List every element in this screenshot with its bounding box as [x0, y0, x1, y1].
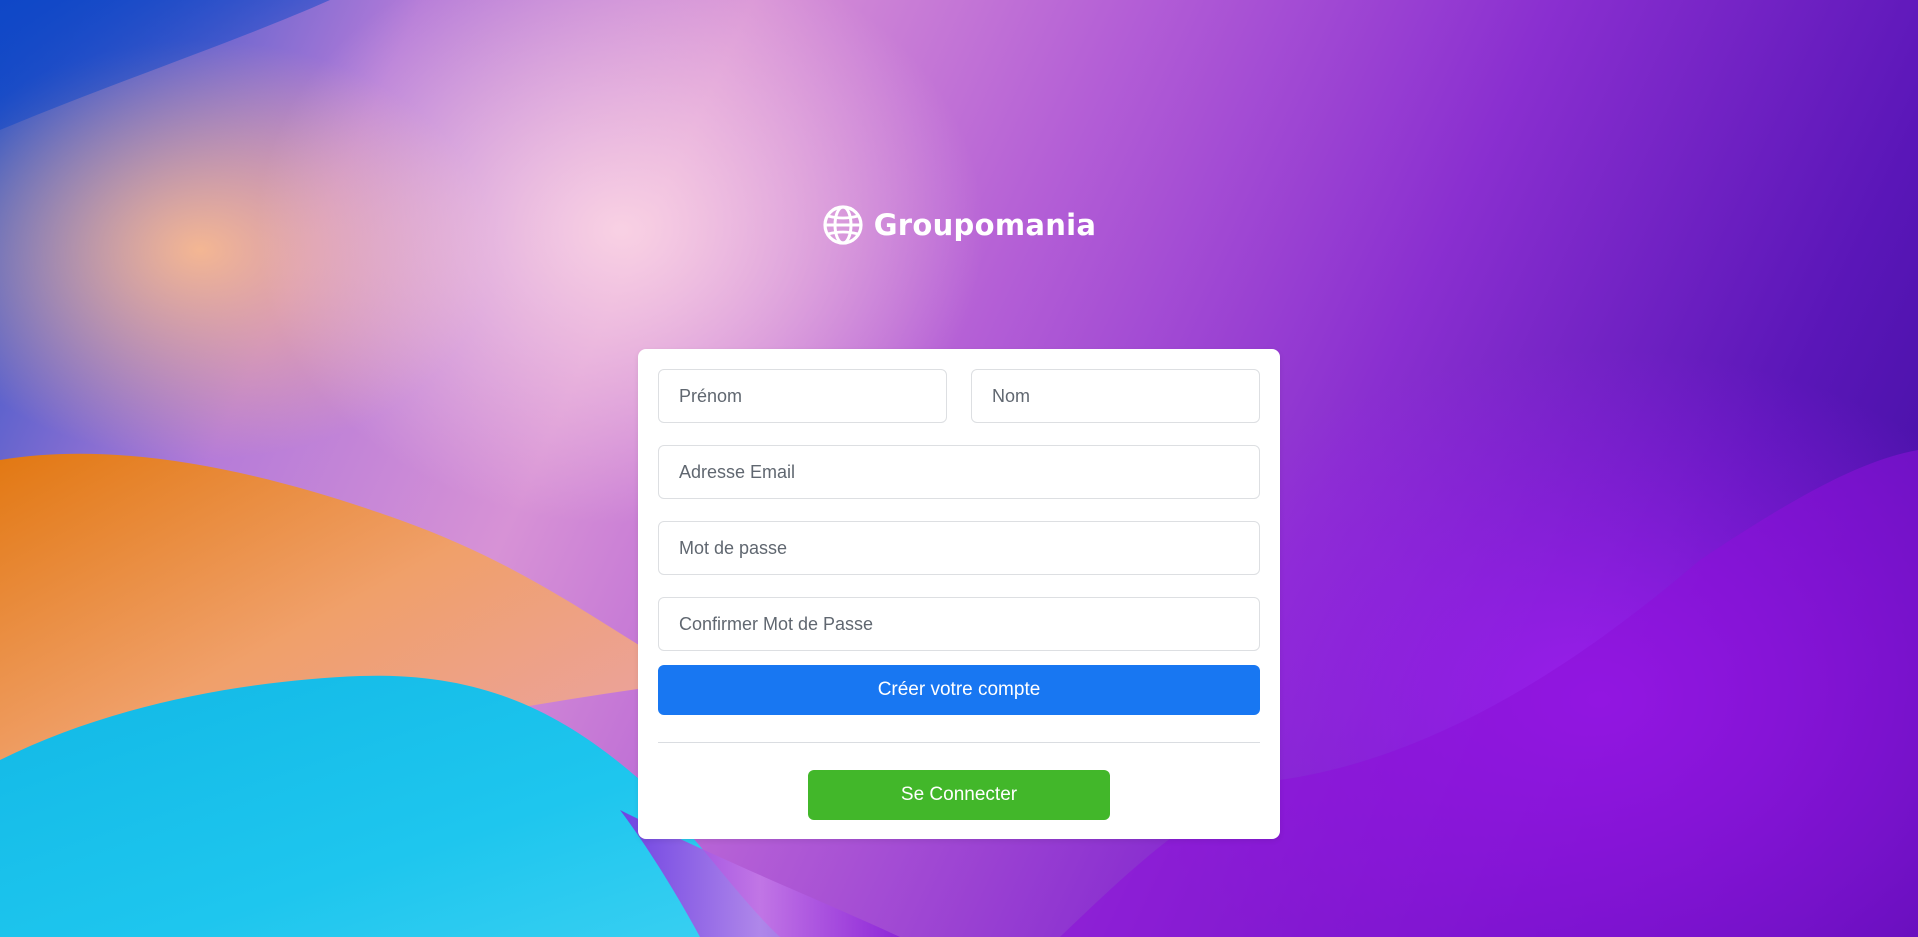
divider	[658, 742, 1260, 743]
confirm-password-input[interactable]	[658, 597, 1260, 651]
confirm-password-row	[658, 597, 1260, 651]
page-background: Groupomania Créer votre compte Se Connec…	[0, 0, 1918, 937]
email-row	[658, 445, 1260, 499]
password-input[interactable]	[658, 521, 1260, 575]
first-name-input[interactable]	[658, 369, 947, 423]
login-button[interactable]: Se Connecter	[808, 770, 1110, 820]
last-name-input[interactable]	[971, 369, 1260, 423]
create-account-button[interactable]: Créer votre compte	[658, 665, 1260, 715]
email-input[interactable]	[658, 445, 1260, 499]
globe-icon	[822, 204, 864, 246]
password-row	[658, 521, 1260, 575]
name-row	[658, 369, 1260, 423]
brand-name: Groupomania	[873, 208, 1097, 242]
brand-logo: Groupomania	[0, 204, 1918, 246]
signup-card: Créer votre compte Se Connecter	[638, 349, 1280, 839]
